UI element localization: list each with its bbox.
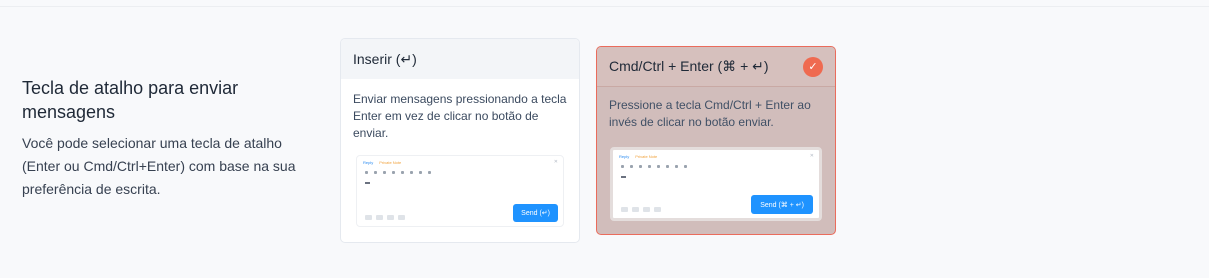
preview-text	[365, 182, 370, 184]
preview-tab-reply: Reply	[619, 154, 630, 159]
preview-tabs: Reply Private Note	[619, 154, 657, 159]
option-card-cmd-enter[interactable]: Cmd/Ctrl + Enter (⌘ + ↵) ✓ Pressione a t…	[596, 46, 836, 235]
editor-preview: Reply Private Note ✕ Send (↵)	[356, 155, 564, 227]
preview-text	[621, 176, 626, 178]
editor-preview: Reply Private Note ✕ Send (⌘ + ↵)	[610, 147, 822, 221]
bold-icon	[365, 171, 368, 174]
top-divider	[0, 6, 1209, 7]
audio-icon	[643, 207, 650, 212]
check-icon: ✓	[803, 56, 823, 77]
emoji-icon	[621, 207, 628, 212]
attachment-icon	[376, 215, 383, 220]
undo-icon	[392, 171, 395, 174]
preview-send-button: Send (⌘ + ↵)	[751, 195, 813, 214]
preview-tabs: Reply Private Note	[363, 160, 401, 165]
link-icon	[639, 165, 642, 168]
option-card-enter[interactable]: Inserir (↵) Enviar mensagens pressionand…	[340, 38, 580, 243]
preview-attachments	[365, 215, 405, 220]
setting-title: Tecla de atalho para enviar mensagens	[22, 78, 239, 122]
undo-icon	[648, 165, 651, 168]
signature-icon	[654, 207, 661, 212]
option-header: Cmd/Ctrl + Enter (⌘ + ↵) ✓	[597, 47, 835, 87]
close-icon: ✕	[553, 159, 558, 165]
option-header: Inserir (↵)	[341, 39, 579, 79]
close-icon: ✕	[809, 153, 814, 159]
attachment-icon	[632, 207, 639, 212]
code-icon	[428, 171, 431, 174]
setting-description: Você pode selecionar uma tecla de atalho…	[22, 135, 296, 197]
preview-send-button: Send (↵)	[513, 204, 558, 222]
setting-info: Tecla de atalho para enviar mensagens Vo…	[22, 76, 312, 201]
italic-icon	[630, 165, 633, 168]
link-icon	[383, 171, 386, 174]
emoji-icon	[365, 215, 372, 220]
signature-icon	[398, 215, 405, 220]
preview-tab-private-note: Private Note	[379, 160, 402, 165]
ordered-list-icon	[419, 171, 422, 174]
preview-tab-private-note: Private Note	[635, 154, 658, 159]
italic-icon	[374, 171, 377, 174]
bold-icon	[621, 165, 624, 168]
redo-icon	[401, 171, 404, 174]
list-icon	[666, 165, 669, 168]
option-description: Pressione a tecla Cmd/Ctrl + Enter ao in…	[609, 98, 811, 129]
preview-toolbar	[365, 171, 431, 174]
preview-tab-reply: Reply	[363, 160, 374, 165]
ordered-list-icon	[675, 165, 678, 168]
preview-toolbar	[621, 165, 687, 168]
option-title: Inserir (↵)	[353, 50, 417, 67]
option-title: Cmd/Ctrl + Enter (⌘ + ↵)	[609, 58, 769, 74]
code-icon	[684, 165, 687, 168]
redo-icon	[657, 165, 660, 168]
audio-icon	[387, 215, 394, 220]
preview-attachments	[621, 207, 661, 212]
option-description: Enviar mensagens pressionando a tecla En…	[353, 92, 567, 140]
list-icon	[410, 171, 413, 174]
